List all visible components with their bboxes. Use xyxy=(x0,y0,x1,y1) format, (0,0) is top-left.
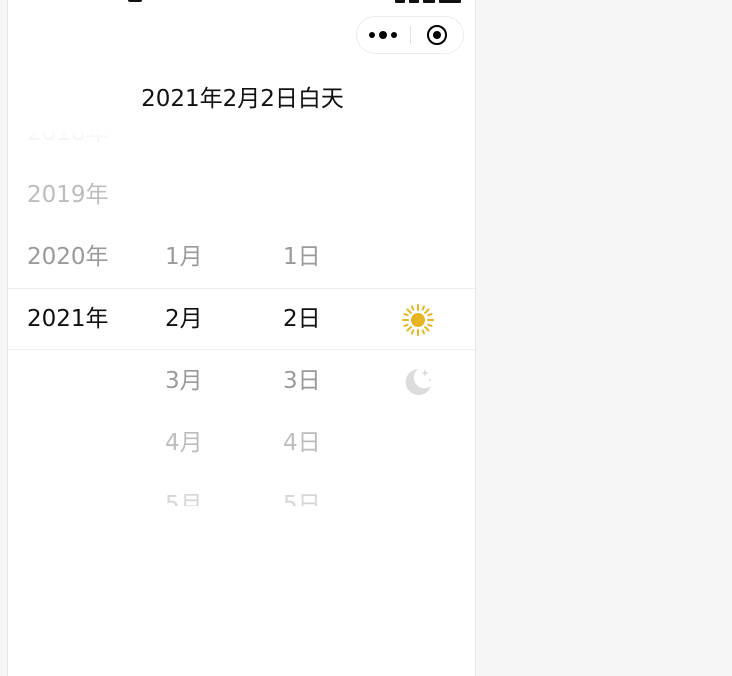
picker-option-month[interactable]: 3月 xyxy=(165,366,203,396)
status-bar-fragment xyxy=(128,0,142,2)
page-background: 2021年2月2日白天 2018年 2019年 2020年 2021年 1月 2… xyxy=(0,0,732,676)
picker-option-year[interactable]: 2020年 xyxy=(27,242,109,272)
picker-option-year[interactable]: 2018年 xyxy=(27,130,109,148)
close-button[interactable] xyxy=(410,17,463,53)
picker-option-month[interactable]: 1月 xyxy=(165,242,203,272)
menu-capsule xyxy=(356,16,464,54)
picker-option-day[interactable]: 1日 xyxy=(283,242,321,272)
date-time-picker[interactable]: 2018年 2019年 2020年 2021年 1月 2月 3月 4月 5月 1… xyxy=(8,130,475,506)
status-bar-indicators xyxy=(391,0,461,3)
picker-option-day[interactable]: 4日 xyxy=(283,428,321,458)
mini-program-window: 2021年2月2日白天 2018年 2019年 2020年 2021年 1月 2… xyxy=(7,0,476,676)
picker-option-day-selected[interactable]: 2日 xyxy=(283,304,321,334)
picker-option-month[interactable]: 4月 xyxy=(165,428,203,458)
picker-option-year[interactable]: 2019年 xyxy=(27,180,109,210)
moon-icon[interactable] xyxy=(401,365,435,399)
picker-option-month-selected[interactable]: 2月 xyxy=(165,304,203,334)
more-button[interactable] xyxy=(357,17,410,53)
picker-option-day[interactable]: 5日 xyxy=(283,490,321,506)
page-title: 2021年2月2日白天 xyxy=(141,86,344,112)
more-dots-icon xyxy=(369,31,398,39)
sun-icon[interactable] xyxy=(401,303,435,337)
picker-option-year-selected[interactable]: 2021年 xyxy=(27,304,109,334)
target-ring-icon xyxy=(426,25,447,45)
picker-option-day[interactable]: 3日 xyxy=(283,366,321,396)
picker-option-month[interactable]: 5月 xyxy=(165,490,203,506)
